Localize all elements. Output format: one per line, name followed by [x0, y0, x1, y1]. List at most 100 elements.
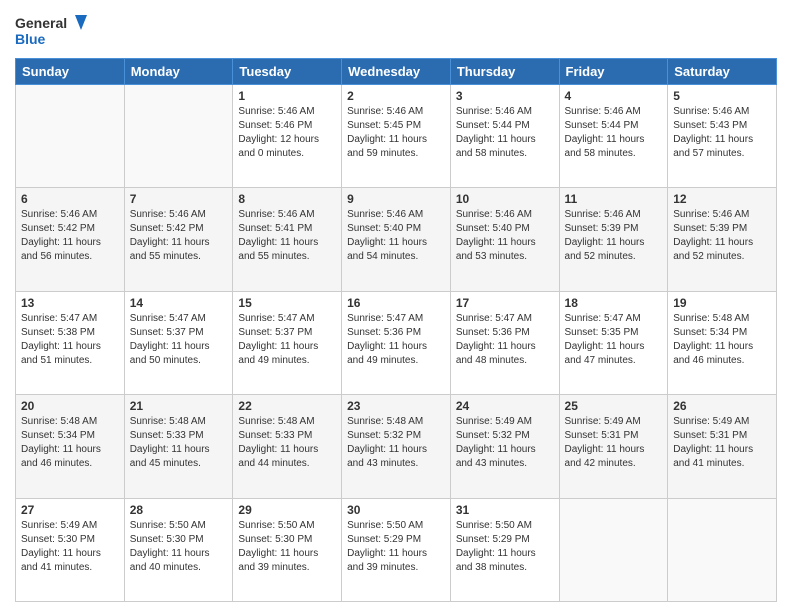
day-info: Sunrise: 5:47 AMSunset: 5:37 PMDaylight:… [130, 312, 228, 368]
weekday-header-wednesday: Wednesday [342, 59, 451, 85]
page: GeneralBlue SundayMondayTuesdayWednesday… [0, 0, 792, 612]
day-number: 4 [565, 89, 663, 103]
day-number: 21 [130, 399, 228, 413]
day-info: Sunrise: 5:46 AMSunset: 5:46 PMDaylight:… [238, 105, 336, 161]
day-info: Sunrise: 5:46 AMSunset: 5:44 PMDaylight:… [565, 105, 663, 161]
day-info: Sunrise: 5:50 AMSunset: 5:30 PMDaylight:… [130, 519, 228, 575]
calendar-cell: 6 Sunrise: 5:46 AMSunset: 5:42 PMDaylight… [16, 188, 125, 291]
calendar-cell [668, 498, 777, 601]
day-number: 18 [565, 296, 663, 310]
calendar-cell: 18 Sunrise: 5:47 AMSunset: 5:35 PMDayligh… [559, 291, 668, 394]
calendar-cell [16, 85, 125, 188]
day-number: 11 [565, 192, 663, 206]
calendar-cell: 17 Sunrise: 5:47 AMSunset: 5:36 PMDayligh… [450, 291, 559, 394]
day-info: Sunrise: 5:49 AMSunset: 5:30 PMDaylight:… [21, 519, 119, 575]
calendar-cell: 29 Sunrise: 5:50 AMSunset: 5:30 PMDayligh… [233, 498, 342, 601]
calendar-cell: 10 Sunrise: 5:46 AMSunset: 5:40 PMDayligh… [450, 188, 559, 291]
calendar-cell: 13 Sunrise: 5:47 AMSunset: 5:38 PMDayligh… [16, 291, 125, 394]
day-info: Sunrise: 5:47 AMSunset: 5:36 PMDaylight:… [456, 312, 554, 368]
day-info: Sunrise: 5:46 AMSunset: 5:40 PMDaylight:… [347, 208, 445, 264]
day-info: Sunrise: 5:50 AMSunset: 5:30 PMDaylight:… [238, 519, 336, 575]
day-number: 17 [456, 296, 554, 310]
logo-icon: GeneralBlue [15, 10, 95, 50]
day-number: 3 [456, 89, 554, 103]
calendar-cell: 11 Sunrise: 5:46 AMSunset: 5:39 PMDayligh… [559, 188, 668, 291]
calendar-cell: 31 Sunrise: 5:50 AMSunset: 5:29 PMDayligh… [450, 498, 559, 601]
week-row-4: 20 Sunrise: 5:48 AMSunset: 5:34 PMDayligh… [16, 395, 777, 498]
weekday-header-tuesday: Tuesday [233, 59, 342, 85]
day-info: Sunrise: 5:46 AMSunset: 5:44 PMDaylight:… [456, 105, 554, 161]
day-number: 10 [456, 192, 554, 206]
day-info: Sunrise: 5:48 AMSunset: 5:34 PMDaylight:… [21, 415, 119, 471]
logo: GeneralBlue [15, 10, 95, 50]
day-info: Sunrise: 5:46 AMSunset: 5:43 PMDaylight:… [673, 105, 771, 161]
svg-text:Blue: Blue [15, 31, 46, 47]
day-info: Sunrise: 5:46 AMSunset: 5:42 PMDaylight:… [130, 208, 228, 264]
week-row-1: 1 Sunrise: 5:46 AMSunset: 5:46 PMDaylight… [16, 85, 777, 188]
day-info: Sunrise: 5:48 AMSunset: 5:34 PMDaylight:… [673, 312, 771, 368]
day-number: 31 [456, 503, 554, 517]
calendar-cell: 14 Sunrise: 5:47 AMSunset: 5:37 PMDayligh… [124, 291, 233, 394]
header: GeneralBlue [15, 10, 777, 50]
day-number: 1 [238, 89, 336, 103]
day-info: Sunrise: 5:46 AMSunset: 5:39 PMDaylight:… [565, 208, 663, 264]
calendar-cell: 3 Sunrise: 5:46 AMSunset: 5:44 PMDaylight… [450, 85, 559, 188]
weekday-header-sunday: Sunday [16, 59, 125, 85]
calendar-cell: 27Sunrise: 5:49 AMSunset: 5:30 PMDayligh… [16, 498, 125, 601]
weekday-header-friday: Friday [559, 59, 668, 85]
week-row-3: 13 Sunrise: 5:47 AMSunset: 5:38 PMDayligh… [16, 291, 777, 394]
day-info: Sunrise: 5:46 AMSunset: 5:45 PMDaylight:… [347, 105, 445, 161]
calendar-cell [559, 498, 668, 601]
calendar-cell: 19Sunrise: 5:48 AMSunset: 5:34 PMDayligh… [668, 291, 777, 394]
day-number: 30 [347, 503, 445, 517]
calendar-cell: 30 Sunrise: 5:50 AMSunset: 5:29 PMDayligh… [342, 498, 451, 601]
day-info: Sunrise: 5:49 AMSunset: 5:32 PMDaylight:… [456, 415, 554, 471]
day-number: 29 [238, 503, 336, 517]
day-number: 23 [347, 399, 445, 413]
day-info: Sunrise: 5:48 AMSunset: 5:32 PMDaylight:… [347, 415, 445, 471]
calendar-cell: 8 Sunrise: 5:46 AMSunset: 5:41 PMDaylight… [233, 188, 342, 291]
weekday-header-saturday: Saturday [668, 59, 777, 85]
day-number: 8 [238, 192, 336, 206]
calendar-cell: 9Sunrise: 5:46 AMSunset: 5:40 PMDaylight… [342, 188, 451, 291]
calendar-cell: 4 Sunrise: 5:46 AMSunset: 5:44 PMDaylight… [559, 85, 668, 188]
calendar-cell: 24 Sunrise: 5:49 AMSunset: 5:32 PMDayligh… [450, 395, 559, 498]
calendar-table: SundayMondayTuesdayWednesdayThursdayFrid… [15, 58, 777, 602]
day-info: Sunrise: 5:50 AMSunset: 5:29 PMDaylight:… [347, 519, 445, 575]
calendar-cell: 28Sunrise: 5:50 AMSunset: 5:30 PMDayligh… [124, 498, 233, 601]
day-number: 25 [565, 399, 663, 413]
day-info: Sunrise: 5:47 AMSunset: 5:37 PMDaylight:… [238, 312, 336, 368]
day-number: 22 [238, 399, 336, 413]
weekday-header-row: SundayMondayTuesdayWednesdayThursdayFrid… [16, 59, 777, 85]
day-number: 12 [673, 192, 771, 206]
day-info: Sunrise: 5:47 AMSunset: 5:35 PMDaylight:… [565, 312, 663, 368]
day-number: 24 [456, 399, 554, 413]
day-info: Sunrise: 5:49 AMSunset: 5:31 PMDaylight:… [673, 415, 771, 471]
calendar-cell: 7Sunrise: 5:46 AMSunset: 5:42 PMDaylight… [124, 188, 233, 291]
day-number: 14 [130, 296, 228, 310]
calendar-cell: 20 Sunrise: 5:48 AMSunset: 5:34 PMDayligh… [16, 395, 125, 498]
calendar-cell: 2 Sunrise: 5:46 AMSunset: 5:45 PMDaylight… [342, 85, 451, 188]
day-info: Sunrise: 5:46 AMSunset: 5:40 PMDaylight:… [456, 208, 554, 264]
day-info: Sunrise: 5:46 AMSunset: 5:39 PMDaylight:… [673, 208, 771, 264]
week-row-5: 27Sunrise: 5:49 AMSunset: 5:30 PMDayligh… [16, 498, 777, 601]
day-number: 20 [21, 399, 119, 413]
day-info: Sunrise: 5:46 AMSunset: 5:41 PMDaylight:… [238, 208, 336, 264]
day-number: 13 [21, 296, 119, 310]
calendar-cell: 12 Sunrise: 5:46 AMSunset: 5:39 PMDayligh… [668, 188, 777, 291]
calendar-cell: 22Sunrise: 5:48 AMSunset: 5:33 PMDayligh… [233, 395, 342, 498]
day-info: Sunrise: 5:48 AMSunset: 5:33 PMDaylight:… [130, 415, 228, 471]
day-number: 26 [673, 399, 771, 413]
day-info: Sunrise: 5:50 AMSunset: 5:29 PMDaylight:… [456, 519, 554, 575]
calendar-cell: 16Sunrise: 5:47 AMSunset: 5:36 PMDayligh… [342, 291, 451, 394]
day-info: Sunrise: 5:47 AMSunset: 5:36 PMDaylight:… [347, 312, 445, 368]
day-number: 6 [21, 192, 119, 206]
calendar-cell: 5Sunrise: 5:46 AMSunset: 5:43 PMDaylight… [668, 85, 777, 188]
day-info: Sunrise: 5:46 AMSunset: 5:42 PMDaylight:… [21, 208, 119, 264]
calendar-cell: 1 Sunrise: 5:46 AMSunset: 5:46 PMDaylight… [233, 85, 342, 188]
day-number: 2 [347, 89, 445, 103]
week-row-2: 6 Sunrise: 5:46 AMSunset: 5:42 PMDaylight… [16, 188, 777, 291]
calendar-cell: 23 Sunrise: 5:48 AMSunset: 5:32 PMDayligh… [342, 395, 451, 498]
calendar-cell: 15Sunrise: 5:47 AMSunset: 5:37 PMDayligh… [233, 291, 342, 394]
day-info: Sunrise: 5:47 AMSunset: 5:38 PMDaylight:… [21, 312, 119, 368]
